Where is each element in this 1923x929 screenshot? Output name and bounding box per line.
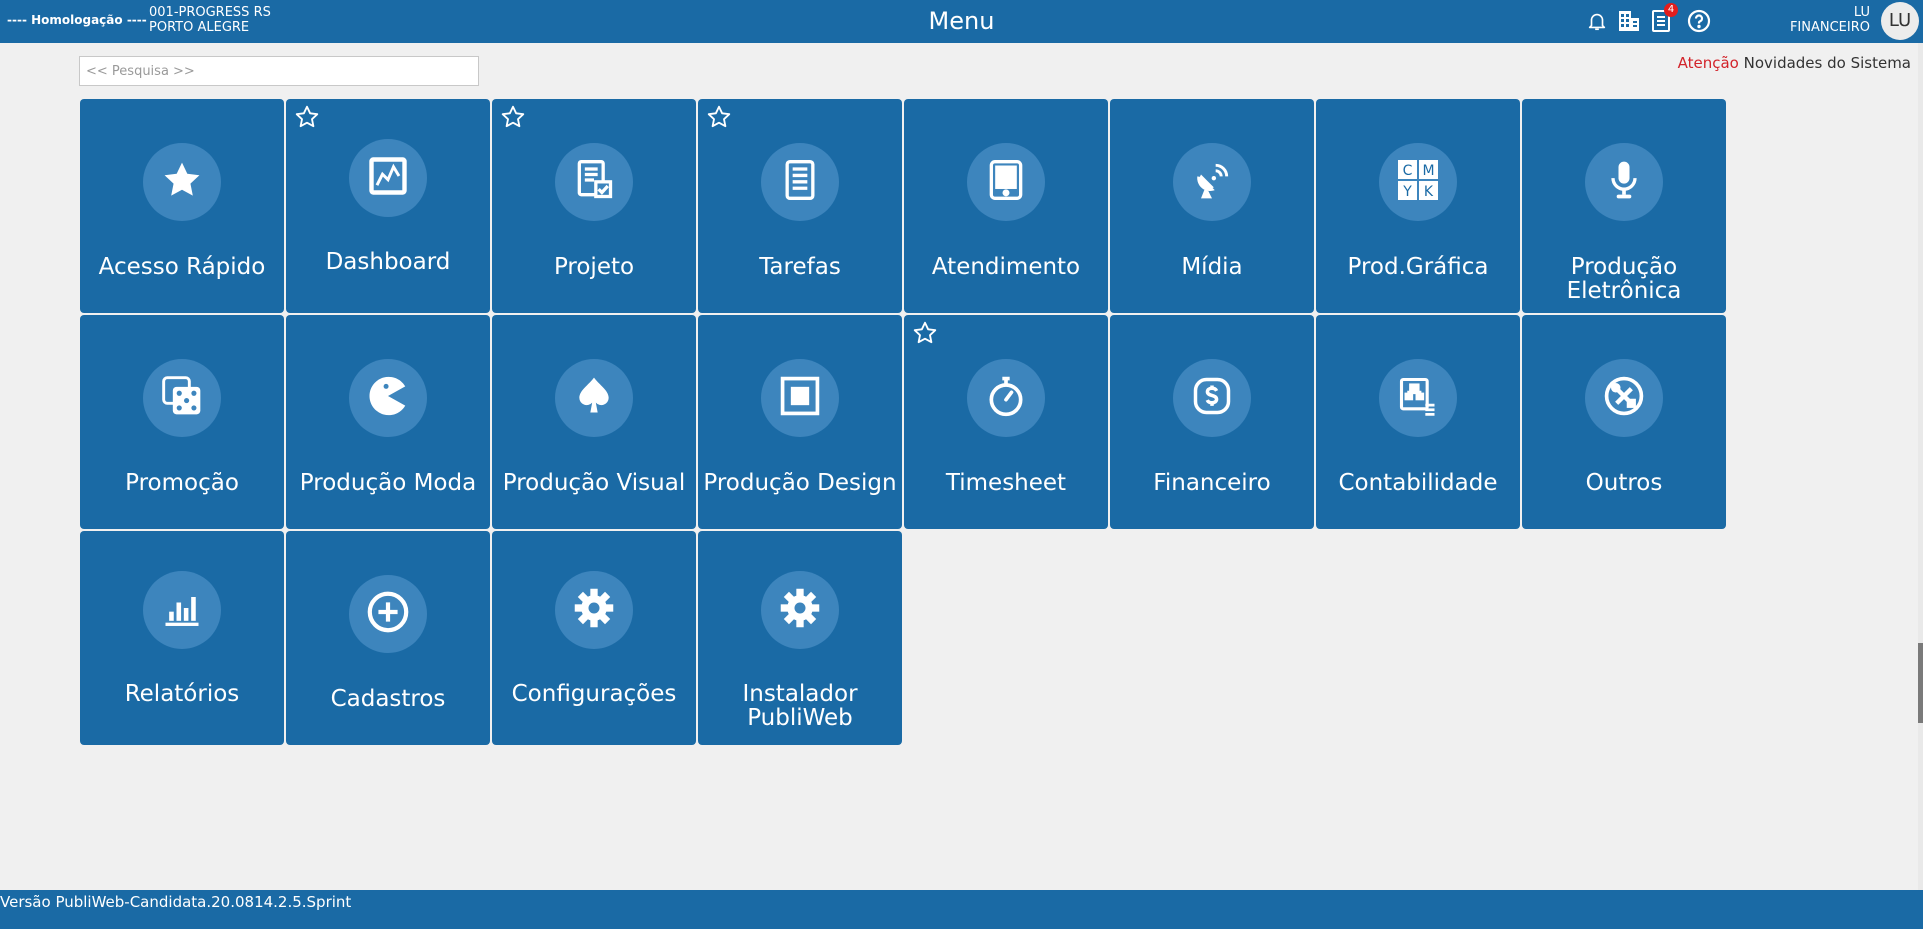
environment-label: ---- Homologação ---- bbox=[7, 13, 147, 27]
tile-label: Produção Moda bbox=[299, 470, 477, 496]
bar-chart-icon bbox=[160, 586, 204, 634]
help-icon[interactable] bbox=[1686, 8, 1712, 34]
satellite-dish-icon bbox=[1190, 158, 1234, 206]
search-input[interactable] bbox=[79, 56, 479, 86]
document-check-icon bbox=[572, 158, 616, 206]
tile-relatorios[interactable]: Relatórios bbox=[80, 531, 284, 745]
scrollbar-thumb[interactable] bbox=[1918, 643, 1923, 723]
tile-producao-eletronica[interactable]: Produção Eletrônica bbox=[1522, 99, 1726, 313]
tile-producao-moda[interactable]: Produção Moda bbox=[286, 315, 490, 529]
tile-projeto[interactable]: Projeto bbox=[492, 99, 696, 313]
tile-label: Financeiro bbox=[1153, 470, 1271, 496]
cmyk-icon: C M Y K bbox=[1396, 158, 1440, 206]
tile-label: Relatórios bbox=[124, 681, 240, 707]
tile-atendimento[interactable]: Atendimento bbox=[904, 99, 1108, 313]
plus-circle-icon bbox=[365, 589, 411, 639]
tile-label: Instalador PubliWeb bbox=[742, 681, 858, 731]
favorite-star-icon[interactable] bbox=[706, 104, 732, 130]
tile-contabilidade[interactable]: Contabilidade bbox=[1316, 315, 1520, 529]
tile-label: Produção Design bbox=[703, 470, 897, 496]
stopwatch-icon bbox=[984, 374, 1028, 422]
line-chart-icon bbox=[366, 154, 410, 202]
menu-grid: Acesso Rápido Dashboard Projeto Tarefas … bbox=[80, 99, 1726, 745]
favorite-star-icon[interactable] bbox=[912, 320, 938, 346]
task-list-icon bbox=[778, 158, 822, 206]
square-frame-icon bbox=[778, 374, 822, 422]
favorite-star-icon[interactable] bbox=[500, 104, 526, 130]
tile-label: Contabilidade bbox=[1338, 470, 1498, 496]
favorite-star-icon[interactable] bbox=[294, 104, 320, 130]
tile-label: Prod.Gráfica bbox=[1347, 254, 1489, 280]
avatar[interactable]: LU bbox=[1881, 2, 1919, 40]
tablet-icon bbox=[984, 158, 1028, 206]
scrollbar[interactable] bbox=[1918, 43, 1923, 890]
company-code: 001-PROGRESS RS bbox=[149, 5, 271, 20]
tile-financeiro[interactable]: Financeiro bbox=[1110, 315, 1314, 529]
tile-label: Atendimento bbox=[931, 254, 1081, 280]
document-list-icon[interactable]: 4 bbox=[1648, 3, 1678, 34]
tile-label: Produção Eletrônica bbox=[1566, 254, 1682, 304]
notification-badge: 4 bbox=[1664, 3, 1678, 17]
spade-icon bbox=[572, 374, 616, 422]
tile-promocao[interactable]: Promoção bbox=[80, 315, 284, 529]
tile-acesso-rapido[interactable]: Acesso Rápido bbox=[80, 99, 284, 313]
tile-outros[interactable]: Outros bbox=[1522, 315, 1726, 529]
page-title: Menu bbox=[928, 7, 995, 35]
news-link[interactable]: Atenção Novidades do Sistema bbox=[1678, 54, 1911, 72]
tile-label: Tarefas bbox=[759, 254, 841, 280]
top-bar: ---- Homologação ---- 001-PROGRESS RS PO… bbox=[0, 0, 1923, 43]
tile-prod-grafica[interactable]: C M Y K Prod.Gráfica bbox=[1316, 99, 1520, 313]
microphone-icon bbox=[1602, 158, 1646, 206]
tile-configuracoes[interactable]: Configurações bbox=[492, 531, 696, 745]
tile-label: Configurações bbox=[511, 681, 677, 707]
company-info[interactable]: 001-PROGRESS RS PORTO ALEGRE bbox=[149, 5, 271, 35]
tile-label: Cadastros bbox=[330, 686, 446, 712]
tile-label: Timesheet bbox=[945, 470, 1067, 496]
tile-tarefas[interactable]: Tarefas bbox=[698, 99, 902, 313]
user-name: LU bbox=[1853, 5, 1870, 20]
tile-midia[interactable]: Mídia bbox=[1110, 99, 1314, 313]
gear-icon bbox=[572, 586, 616, 634]
tile-label: Acesso Rápido bbox=[98, 254, 266, 280]
svg-text:K: K bbox=[1424, 184, 1434, 200]
tile-label: Outros bbox=[1585, 470, 1663, 496]
building-icon[interactable] bbox=[1616, 8, 1642, 34]
gear-icon bbox=[778, 586, 822, 634]
svg-text:M: M bbox=[1422, 163, 1434, 179]
tile-label: Dashboard bbox=[325, 249, 451, 275]
footer: Versão PubliWeb-Candidata.20.0814.2.5.Sp… bbox=[0, 890, 1923, 929]
warning-label: Atenção bbox=[1677, 54, 1739, 72]
svg-text:C: C bbox=[1403, 163, 1413, 179]
company-city: PORTO ALEGRE bbox=[149, 20, 250, 35]
tile-label: Produção Visual bbox=[502, 470, 686, 496]
tools-icon bbox=[1602, 374, 1646, 422]
pacman-icon bbox=[365, 373, 411, 423]
tile-timesheet[interactable]: Timesheet bbox=[904, 315, 1108, 529]
version-label: Versão PubliWeb-Candidata.20.0814.2.5.Sp… bbox=[0, 893, 352, 911]
tile-label: Mídia bbox=[1181, 254, 1243, 280]
tile-dashboard[interactable]: Dashboard bbox=[286, 99, 490, 313]
user-role: FINANCEIRO bbox=[1789, 20, 1870, 35]
tile-cadastros[interactable]: Cadastros bbox=[286, 531, 490, 745]
tile-producao-visual[interactable]: Produção Visual bbox=[492, 315, 696, 529]
svg-text:Y: Y bbox=[1402, 184, 1412, 200]
bell-icon[interactable] bbox=[1584, 8, 1610, 34]
tile-label: Promoção bbox=[125, 470, 239, 496]
tile-instalador-publiweb[interactable]: Instalador PubliWeb bbox=[698, 531, 902, 745]
tile-producao-design[interactable]: Produção Design bbox=[698, 315, 902, 529]
accounting-icon bbox=[1396, 374, 1440, 422]
dice-icon bbox=[160, 374, 204, 422]
news-text: Novidades do Sistema bbox=[1743, 54, 1911, 72]
user-info[interactable]: LU FINANCEIRO bbox=[1790, 5, 1870, 35]
star-icon bbox=[160, 158, 204, 206]
tile-label: Projeto bbox=[553, 254, 635, 280]
dollar-icon bbox=[1190, 374, 1234, 422]
